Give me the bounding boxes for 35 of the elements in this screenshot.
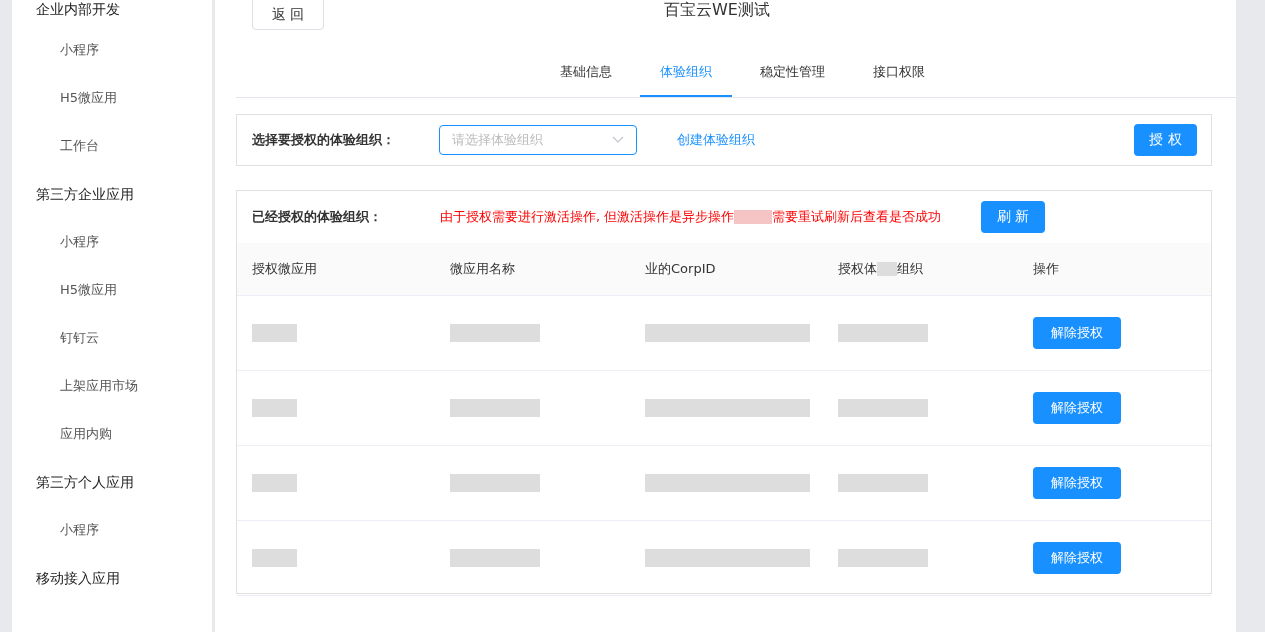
- chevron-down-icon: [612, 136, 624, 144]
- sidebar-item[interactable]: H5微应用: [12, 74, 212, 122]
- tab[interactable]: 接口权限: [852, 63, 945, 97]
- sidebar-group-label[interactable]: 第三方企业应用: [12, 170, 212, 218]
- column-header: 授权体: [838, 260, 877, 278]
- back-button[interactable]: 返 回: [252, 0, 324, 30]
- sidebar-item[interactable]: 应用内购: [12, 410, 212, 458]
- column-header: 组织: [897, 260, 923, 278]
- sidebar-group-label[interactable]: 移动接入应用: [12, 554, 212, 602]
- sidebar-item[interactable]: H5微应用: [12, 266, 212, 314]
- redacted-cell: [252, 324, 297, 342]
- redacted-cell: [252, 399, 297, 417]
- redacted-block: [733, 210, 772, 224]
- notice-text: 需要重试刷新后查看是否成功: [771, 208, 941, 226]
- column-header: 操作: [1033, 260, 1059, 278]
- sidebar-item[interactable]: 小程序: [12, 506, 212, 554]
- sidebar-item[interactable]: 小程序: [12, 218, 212, 266]
- notice-text: 由于授权需要进行激活操作, 但激活操作是异步操作: [440, 208, 734, 226]
- panel-label: 选择要授权的体验组织：: [252, 131, 395, 149]
- redacted-cell: [252, 474, 297, 492]
- sidebar-item[interactable]: 钉钉云: [12, 314, 212, 362]
- column-header: 业的CorpID: [645, 260, 716, 278]
- column-header: 微应用名称: [450, 260, 515, 278]
- panel-label: 已经授权的体验组织：: [252, 208, 382, 226]
- redacted-block: [877, 262, 897, 276]
- sidebar-group-label[interactable]: 企业内部开发: [12, 0, 212, 26]
- column-header: 授权微应用: [252, 260, 317, 278]
- sidebar-item[interactable]: 工作台: [12, 122, 212, 170]
- tab[interactable]: 稳定性管理: [739, 63, 845, 97]
- redacted-cell: [252, 549, 297, 567]
- sidebar-group-label[interactable]: 第三方个人应用: [12, 458, 212, 506]
- app-title: 百宝云WE测试: [664, 0, 770, 21]
- sidebar-item[interactable]: 小程序: [12, 26, 212, 74]
- sidebar-item[interactable]: 上架应用市场: [12, 362, 212, 410]
- tab[interactable]: 基础信息: [539, 63, 632, 97]
